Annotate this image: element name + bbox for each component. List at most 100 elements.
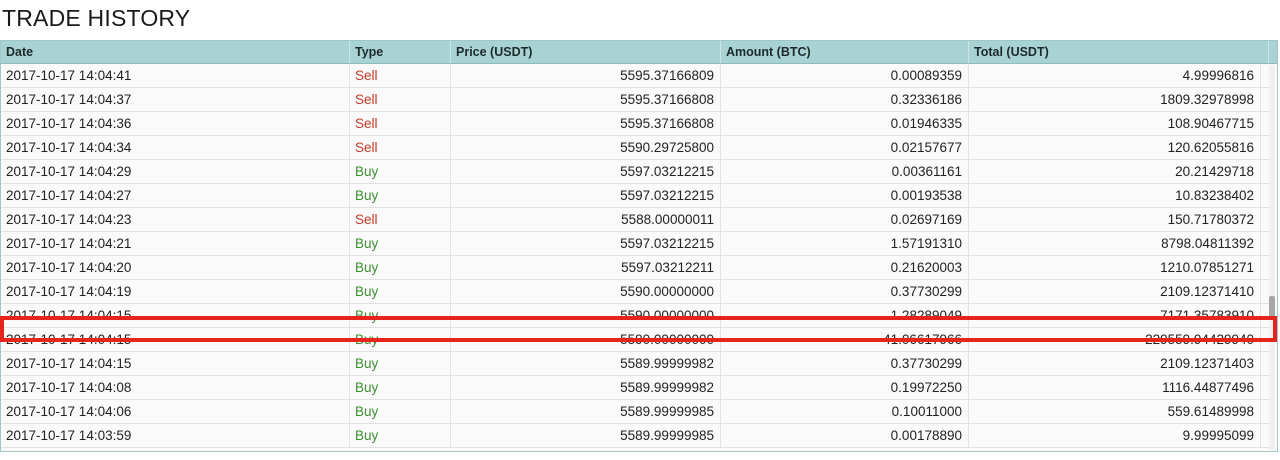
- cell-date: 2017-10-17 14:04:15: [1, 328, 350, 351]
- cell-price: 5597.03212215: [451, 160, 721, 183]
- table-row[interactable]: 2017-10-17 14:04:41 Sell 5595.37166809 0.00…: [1, 64, 1269, 88]
- table-row[interactable]: 2017-10-17 14:03:59 Buy 5589.99999985 0.001…: [1, 424, 1269, 448]
- cell-price: 5595.37166808: [451, 88, 721, 111]
- cell-price: 5589.99999985: [451, 400, 721, 423]
- cell-total: 108.90467715: [969, 112, 1261, 135]
- cell-type: Buy: [350, 280, 451, 303]
- cell-amount: 0.32336186: [721, 88, 969, 111]
- cell-date: 2017-10-17 14:04:29: [1, 160, 350, 183]
- cell-date: 2017-10-17 14:04:37: [1, 88, 350, 111]
- cell-price: 5589.99999982: [451, 352, 721, 375]
- table-row[interactable]: 2017-10-17 14:04:23 Sell 5588.00000011 0.02…: [1, 208, 1269, 232]
- vertical-scrollbar[interactable]: [1269, 65, 1275, 450]
- cell-price: 5589.99999982: [451, 376, 721, 399]
- cell-amount: 0.37730299: [721, 280, 969, 303]
- cell-price: 5597.03212215: [451, 232, 721, 255]
- cell-price: 5597.03212215: [451, 184, 721, 207]
- cell-type: Sell: [350, 208, 451, 231]
- cell-total: 20.21429718: [969, 160, 1261, 183]
- cell-price: 5595.37166808: [451, 112, 721, 135]
- cell-price: 5588.00000011: [451, 208, 721, 231]
- table-row[interactable]: 2017-10-17 14:04:36 Sell 5595.37166808 0.01…: [1, 112, 1269, 136]
- cell-date: 2017-10-17 14:04:23: [1, 208, 350, 231]
- cell-type: Buy: [350, 232, 451, 255]
- cell-price: 5595.37166809: [451, 64, 721, 87]
- scrollbar-thumb[interactable]: [1269, 296, 1275, 320]
- column-header-date[interactable]: Date: [1, 41, 350, 63]
- cell-amount: 0.00089359: [721, 64, 969, 87]
- cell-total: 229559.94429940: [969, 328, 1261, 351]
- cell-amount: 0.02157677: [721, 136, 969, 159]
- table-body: 2017-10-17 14:04:41 Sell 5595.37166809 0.00…: [1, 64, 1269, 448]
- cell-date: 2017-10-17 14:04:06: [1, 400, 350, 423]
- cell-type: Sell: [350, 64, 451, 87]
- cell-amount: 0.10011000: [721, 400, 969, 423]
- cell-price: 5589.99999985: [451, 424, 721, 447]
- cell-type: Sell: [350, 136, 451, 159]
- column-header-type[interactable]: Type: [350, 41, 451, 63]
- cell-amount: 0.00178890: [721, 424, 969, 447]
- cell-amount: 0.01946335: [721, 112, 969, 135]
- cell-type: Sell: [350, 88, 451, 111]
- cell-total: 4.99996816: [969, 64, 1261, 87]
- cell-amount: 41.06617966: [721, 328, 969, 351]
- cell-date: 2017-10-17 14:04:20: [1, 256, 350, 279]
- table-row[interactable]: 2017-10-17 14:04:34 Sell 5590.29725800 0.02…: [1, 136, 1269, 160]
- table-row[interactable]: 2017-10-17 14:04:15 Buy 5589.99999982 0.377…: [1, 352, 1269, 376]
- cell-date: 2017-10-17 14:04:21: [1, 232, 350, 255]
- cell-type: Buy: [350, 256, 451, 279]
- table-row[interactable]: 2017-10-17 14:04:20 Buy 5597.03212211 0.216…: [1, 256, 1269, 280]
- cell-type: Buy: [350, 376, 451, 399]
- cell-amount: 0.00361161: [721, 160, 969, 183]
- cell-total: 1210.07851271: [969, 256, 1261, 279]
- cell-price: 5590.29725800: [451, 136, 721, 159]
- table-row[interactable]: 2017-10-17 14:04:21 Buy 5597.03212215 1.571…: [1, 232, 1269, 256]
- cell-type: Buy: [350, 184, 451, 207]
- cell-date: 2017-10-17 14:03:59: [1, 424, 350, 447]
- cell-date: 2017-10-17 14:04:27: [1, 184, 350, 207]
- cell-total: 7171.35783910: [969, 304, 1261, 327]
- cell-type: Buy: [350, 352, 451, 375]
- cell-total: 120.62055816: [969, 136, 1261, 159]
- table-row[interactable]: 2017-10-17 14:04:08 Buy 5589.99999982 0.199…: [1, 376, 1269, 400]
- table-row[interactable]: 2017-10-17 14:04:06 Buy 5589.99999985 0.100…: [1, 400, 1269, 424]
- cell-type: Buy: [350, 400, 451, 423]
- cell-amount: 1.28289049: [721, 304, 969, 327]
- cell-amount: 0.02697169: [721, 208, 969, 231]
- cell-date: 2017-10-17 14:04:34: [1, 136, 350, 159]
- column-header-total[interactable]: Total (USDT): [969, 41, 1269, 63]
- cell-date: 2017-10-17 14:04:15: [1, 352, 350, 375]
- cell-total: 2109.12371410: [969, 280, 1261, 303]
- cell-price: 5590.00000000: [451, 304, 721, 327]
- cell-amount: 1.57191310: [721, 232, 969, 255]
- table-row[interactable]: 2017-10-17 14:04:29 Buy 5597.03212215 0.003…: [1, 160, 1269, 184]
- table-row-highlighted[interactable]: 2017-10-17 14:04:15 Buy 5590.00000000 41.06…: [1, 328, 1269, 352]
- cell-price: 5590.00000000: [451, 328, 721, 351]
- cell-type: Buy: [350, 328, 451, 351]
- table-row[interactable]: 2017-10-17 14:04:27 Buy 5597.03212215 0.001…: [1, 184, 1269, 208]
- cell-type: Buy: [350, 424, 451, 447]
- cell-amount: 0.19972250: [721, 376, 969, 399]
- cell-amount: 0.00193538: [721, 184, 969, 207]
- column-header-price[interactable]: Price (USDT): [451, 41, 721, 63]
- column-header-amount[interactable]: Amount (BTC): [721, 41, 969, 63]
- cell-total: 1116.44877496: [969, 376, 1261, 399]
- cell-price: 5590.00000000: [451, 280, 721, 303]
- cell-total: 8798.04811392: [969, 232, 1261, 255]
- cell-total: 1809.32978998: [969, 88, 1261, 111]
- cell-total: 2109.12371403: [969, 352, 1261, 375]
- table-header: Date Type Price (USDT) Amount (BTC) Tota…: [1, 41, 1277, 64]
- cell-total: 9.99995099: [969, 424, 1261, 447]
- page-title: TRADE HISTORY: [2, 5, 191, 31]
- table-row[interactable]: 2017-10-17 14:04:37 Sell 5595.37166808 0.32…: [1, 88, 1269, 112]
- cell-type: Buy: [350, 304, 451, 327]
- cell-date: 2017-10-17 14:04:36: [1, 112, 350, 135]
- cell-total: 559.61489998: [969, 400, 1261, 423]
- cell-price: 5597.03212211: [451, 256, 721, 279]
- trade-history-table: Date Type Price (USDT) Amount (BTC) Tota…: [0, 40, 1278, 452]
- cell-type: Buy: [350, 160, 451, 183]
- cell-total: 150.71780372: [969, 208, 1261, 231]
- table-row[interactable]: 2017-10-17 14:04:19 Buy 5590.00000000 0.377…: [1, 280, 1269, 304]
- cell-total: 10.83238402: [969, 184, 1261, 207]
- table-row[interactable]: 2017-10-17 14:04:15 Buy 5590.00000000 1.282…: [1, 304, 1269, 328]
